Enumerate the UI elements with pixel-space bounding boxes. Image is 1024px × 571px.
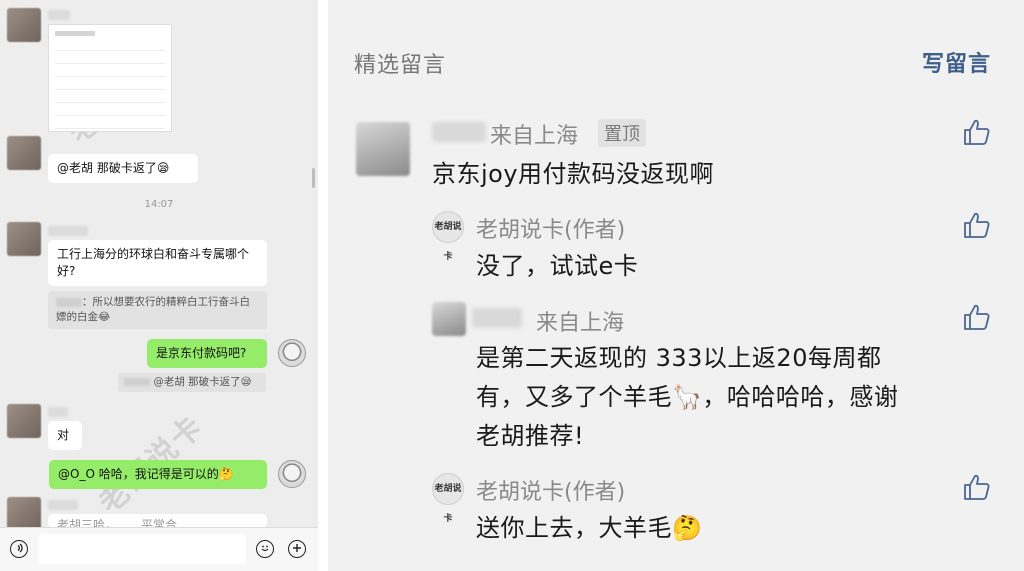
reply-author: 老胡说卡(作者) (476, 218, 626, 243)
my-message-bubble[interactable]: @O_O 哈哈，我记得是可以的🤔 (49, 460, 267, 489)
commenter-avatar[interactable] (432, 302, 466, 336)
quoted-text: @老胡 那破卡返了😪 (153, 376, 252, 388)
commenter-avatar[interactable] (356, 122, 410, 176)
thumbs-up-icon[interactable] (962, 117, 992, 147)
commenter-name (432, 122, 486, 142)
thumbs-up-icon[interactable] (962, 472, 992, 502)
reply-text: 没了，试试e卡 (476, 252, 639, 280)
quoted-text: ：所以想要农行的精粹白工行奋斗白嫖的白金😂 (56, 296, 250, 323)
comment-location: 来自上海 (536, 311, 625, 336)
sender-name (48, 226, 88, 236)
message-bubble[interactable]: 工行上海分的环球白和奋斗专属哪个好? (48, 240, 267, 286)
my-message-bubble[interactable]: 是京东付款码吧? (147, 339, 267, 368)
comment-text-line: 老胡推荐! (476, 422, 585, 450)
author-avatar[interactable]: 老胡说卡 (432, 473, 464, 524)
chat-input-bar (0, 527, 318, 571)
comment-text: 京东joy用付款码没返现啊 (432, 160, 715, 188)
message-bubble-partial[interactable]: 老胡三哈，……平常合…… (48, 514, 267, 528)
write-comment-button[interactable]: 写留言 (922, 46, 991, 78)
plus-icon[interactable] (288, 540, 306, 558)
voice-icon[interactable] (10, 540, 28, 558)
comment-text-line: 有，又多了个羊毛🦙，哈哈哈哈，感谢 (476, 383, 899, 411)
pinned-badge: 置顶 (598, 119, 646, 147)
comment-location: 来自上海 (490, 124, 579, 149)
thumbs-up-icon[interactable] (962, 210, 992, 240)
reply-text: 送你上去，大羊毛🤔 (476, 514, 703, 542)
sender-name (48, 407, 68, 417)
reply-author: 老胡说卡(作者) (476, 480, 626, 505)
avatar[interactable] (7, 8, 41, 42)
avatar[interactable] (7, 136, 41, 170)
screenshot-image[interactable] (48, 24, 172, 132)
scrollbar[interactable] (312, 168, 315, 188)
message-bubble[interactable]: @老胡 那破卡返了😪 (48, 154, 198, 183)
quoted-message[interactable]: @老胡 那破卡返了😪 (118, 373, 266, 392)
chat-panel: 老胡说卡 老胡说卡 @老胡 那破卡返了😪 14:07 工行上海分的环球白和奋斗专… (0, 0, 318, 571)
thumbs-up-icon[interactable] (962, 302, 992, 332)
sender-name (48, 500, 78, 510)
sender-name (48, 10, 70, 20)
message-input[interactable] (38, 534, 246, 564)
comments-header-title: 精选留言 (354, 53, 447, 78)
avatar[interactable] (7, 404, 41, 438)
panel-divider (318, 0, 328, 571)
my-avatar[interactable] (278, 339, 306, 367)
quoted-sender (124, 378, 150, 386)
quoted-message[interactable]: ：所以想要农行的精粹白工行奋斗白嫖的白金😂 (48, 291, 267, 329)
emoji-icon[interactable] (256, 540, 274, 558)
author-avatar[interactable]: 老胡说卡 (432, 211, 464, 262)
my-avatar[interactable] (278, 460, 306, 488)
quoted-sender (56, 297, 82, 307)
message-bubble[interactable]: 对 (48, 421, 82, 450)
avatar[interactable] (7, 497, 41, 531)
commenter-name (472, 308, 522, 328)
comments-panel: 精选留言 写留言 来自上海 置顶 京东joy用付款码没返现啊 老胡说卡 老胡说卡… (328, 0, 1024, 571)
comment-text-line: 是第二天返现的 333以上返20每周都 (476, 344, 882, 372)
avatar[interactable] (7, 222, 41, 256)
timestamp: 14:07 (144, 199, 174, 210)
